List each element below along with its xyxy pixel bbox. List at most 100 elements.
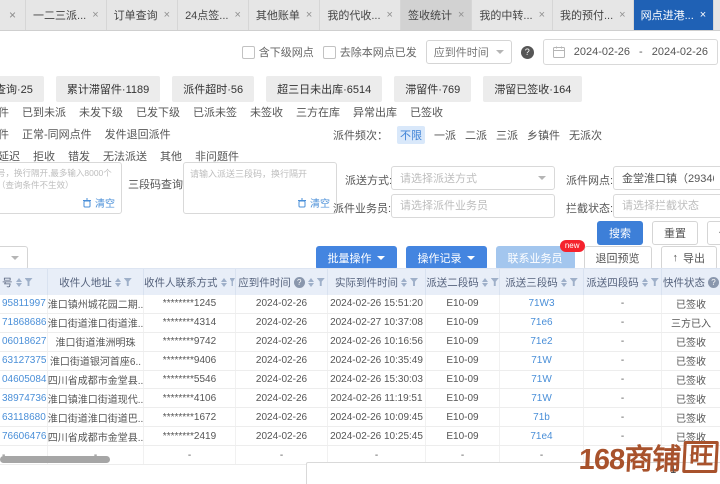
filter-icon[interactable]	[491, 278, 499, 286]
sort-icon[interactable]	[115, 278, 121, 287]
filter-link[interactable]: 已到未派	[22, 104, 66, 120]
checkbox-icon[interactable]	[323, 46, 336, 59]
stat-chip[interactable]: 派件超时·56	[172, 76, 254, 102]
table-row[interactable]: 38974736淮口镇淮口街道现代..********41062024-02-2…	[0, 389, 720, 408]
frequency-option[interactable]: 不限	[397, 126, 425, 144]
sort-icon[interactable]	[16, 278, 22, 287]
sort-icon[interactable]	[401, 278, 407, 287]
intercept-status-input[interactable]	[613, 194, 720, 218]
checkbox-icon[interactable]	[242, 46, 255, 59]
include-subsite-checkbox[interactable]: 含下级网点	[242, 44, 314, 60]
courier-input[interactable]	[391, 194, 555, 218]
filter-icon[interactable]	[651, 278, 659, 286]
sort-icon[interactable]	[221, 278, 227, 287]
close-icon[interactable]: ×	[387, 9, 393, 21]
filter-link[interactable]: 已发下级	[136, 104, 180, 120]
tab-item[interactable]: 签收统计×	[401, 0, 472, 30]
table-row[interactable]: 71868686淮口街道淮口街道淮..********43142024-02-2…	[0, 314, 720, 333]
filter-icon[interactable]	[570, 278, 578, 286]
frequency-option[interactable]: 乡镇件	[527, 127, 560, 143]
sort-icon[interactable]	[642, 278, 648, 287]
close-icon[interactable]: ×	[539, 9, 545, 21]
close-icon[interactable]: ×	[234, 9, 240, 21]
time-type-select[interactable]: 应到件时间	[426, 40, 512, 64]
filter-link[interactable]: 其他	[160, 148, 182, 164]
filter-icon[interactable]	[410, 278, 418, 286]
waybill-clear-button[interactable]: 清空	[82, 195, 115, 210]
filter-link[interactable]: 未签收	[250, 104, 283, 120]
column-header[interactable]: 派送四段码	[584, 269, 662, 295]
filter-link[interactable]: 异常出库	[353, 104, 397, 120]
filter-icon[interactable]	[317, 278, 325, 286]
close-icon[interactable]: ×	[619, 9, 625, 21]
table-row[interactable]: 04605084四川省成都市金堂县..********55462024-02-2…	[0, 371, 720, 390]
close-icon[interactable]: ×	[700, 9, 706, 21]
tab-item[interactable]: 我的预付...×	[553, 0, 634, 30]
frequency-option[interactable]: 无派次	[569, 127, 602, 143]
operation-log-button[interactable]: 操作记录	[406, 246, 487, 270]
sort-icon[interactable]	[482, 278, 488, 287]
column-header[interactable]: 实际到件时间	[328, 269, 426, 295]
tab-item[interactable]: 24点签...×	[178, 0, 249, 30]
column-header[interactable]: 收件人联系方式	[144, 269, 236, 295]
filter-link[interactable]: 件	[0, 126, 9, 142]
tab-item[interactable]: 订单查询×	[107, 0, 178, 30]
horizontal-scrollbar-thumb[interactable]	[0, 456, 110, 463]
contact-courier-button[interactable]: 联系业务员 new	[496, 246, 575, 270]
tab-item[interactable]: 网点进港...×	[634, 0, 715, 30]
filter-link[interactable]: 未发下级	[79, 104, 123, 120]
tab-item[interactable]: 我的代收...×	[320, 0, 401, 30]
close-icon[interactable]: ×	[92, 9, 98, 21]
exclude-sent-checkbox[interactable]: 去除本网点已发	[323, 44, 417, 60]
frequency-option[interactable]: 三派	[496, 127, 518, 143]
export-button[interactable]: ↑ 导出	[661, 246, 718, 270]
sancode-clear-button[interactable]: 清空	[297, 195, 330, 210]
filter-link[interactable]: 正常-同网点件	[22, 126, 92, 142]
filter-link[interactable]: 件	[0, 104, 9, 120]
stat-chip[interactable]: 滞留已签收·164	[483, 76, 582, 102]
quick-filter-select[interactable]	[0, 246, 28, 270]
column-header[interactable]: 号	[0, 269, 48, 295]
frequency-option[interactable]: 一派	[434, 127, 456, 143]
tab-item[interactable]: 我的中转...×	[472, 0, 553, 30]
sort-icon[interactable]	[561, 278, 567, 287]
close-icon[interactable]: ×	[458, 9, 464, 21]
filter-link[interactable]: 发件退回派件	[105, 126, 171, 142]
sort-icon[interactable]	[308, 278, 314, 287]
filter-icon[interactable]	[25, 278, 33, 286]
close-icon[interactable]: ×	[164, 9, 170, 21]
stat-chip[interactable]: 累计滞留件·1189	[56, 76, 160, 102]
column-header[interactable]: 快件状态?	[662, 269, 720, 295]
batch-operation-button[interactable]: 批量操作	[316, 246, 397, 270]
stat-chip[interactable]: 查询·25	[0, 76, 44, 102]
date-from[interactable]: 2024-02-26	[574, 46, 630, 58]
column-header[interactable]: 应到件时间?	[236, 269, 328, 295]
filter-link[interactable]: 已派未签	[193, 104, 237, 120]
table-row[interactable]: 63127375淮口街道银河首座6..********94062024-02-2…	[0, 352, 720, 371]
save-filter-button[interactable]: 保存速筛	[707, 221, 720, 245]
sancode-input[interactable]	[184, 163, 336, 194]
reset-button[interactable]: 重置	[652, 221, 698, 245]
filter-link[interactable]: 已签收	[410, 104, 443, 120]
column-header[interactable]: 派送三段码	[500, 269, 584, 295]
dispatch-method-select[interactable]: 请选择派送方式	[391, 166, 555, 190]
filter-icon[interactable]	[124, 278, 132, 286]
search-button[interactable]: 搜索	[597, 221, 643, 245]
close-icon[interactable]: ×	[0, 0, 26, 30]
table-row[interactable]: 95811997淮口镇州城花园二期..********12452024-02-2…	[0, 295, 720, 314]
tab-item[interactable]: 一二三派...×	[26, 0, 107, 30]
waybill-input[interactable]	[0, 163, 121, 194]
column-header[interactable]: 派送二段码	[426, 269, 500, 295]
stat-chip[interactable]: 超三日未出库·6514	[266, 76, 382, 102]
date-range-picker[interactable]: 2024-02-26 - 2024-02-26	[543, 39, 718, 65]
column-header[interactable]: 收件人地址	[48, 269, 144, 295]
tab-item[interactable]: 其他账单×	[249, 0, 320, 30]
tab-item[interactable]: 网点出港...×	[714, 0, 720, 30]
date-to[interactable]: 2024-02-26	[652, 46, 708, 58]
table-row[interactable]: 06018627淮口街道淮洲明珠********97422024-02-2620…	[0, 333, 720, 352]
filter-icon[interactable]	[230, 278, 236, 286]
help-icon[interactable]: ?	[521, 46, 534, 59]
stat-chip[interactable]: 滞留件·769	[394, 76, 471, 102]
dispatch-site-input[interactable]	[613, 166, 720, 190]
frequency-option[interactable]: 二派	[465, 127, 487, 143]
